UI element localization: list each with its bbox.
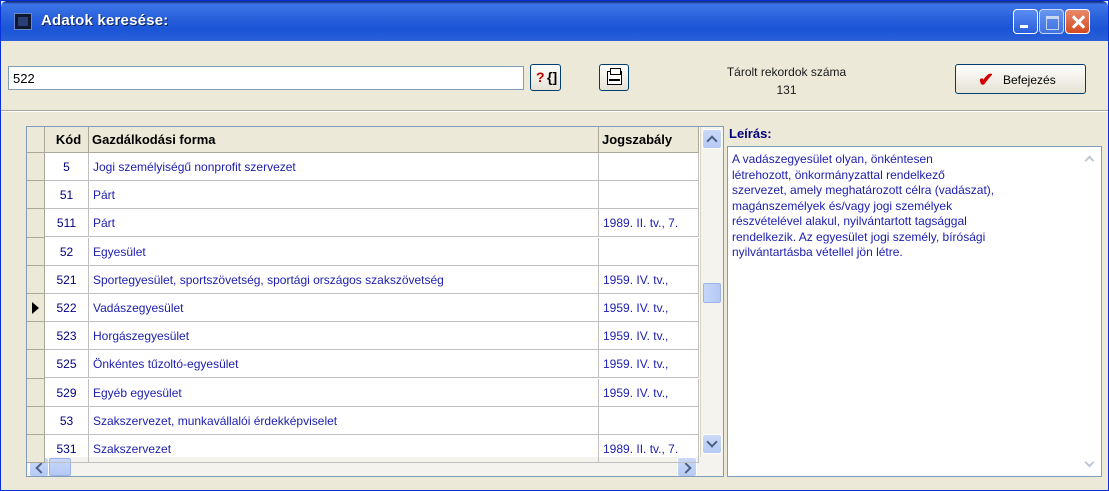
- scroll-up-arrow-icon[interactable]: [702, 129, 722, 149]
- cell-code[interactable]: 522: [45, 294, 89, 322]
- row-header[interactable]: [27, 435, 45, 464]
- finish-button[interactable]: ✔ Befejezés: [955, 64, 1086, 94]
- description-line: létrehozott, önkormányzattal rendelkező: [732, 167, 945, 182]
- column-header-code[interactable]: Kód: [45, 127, 89, 153]
- finish-button-label: Befejezés: [1003, 73, 1056, 87]
- cell-law[interactable]: [599, 237, 699, 266]
- records-count: 131: [776, 83, 797, 97]
- printer-icon: [607, 68, 622, 85]
- app-icon: [14, 13, 32, 30]
- description-scrollbar[interactable]: [1080, 147, 1101, 476]
- cell-law[interactable]: [599, 153, 699, 181]
- description-line: részvételével alakul, nyilvántartott tag…: [732, 214, 967, 228]
- current-row-pointer-icon: [32, 302, 39, 314]
- row-header[interactable]: [27, 378, 45, 407]
- cell-form[interactable]: Párt: [89, 181, 599, 210]
- description-label: Leírás:: [729, 126, 772, 141]
- description-line: szervezet, amely meghatározott célra (va…: [732, 183, 995, 197]
- toolbar-separator: [1, 110, 1108, 112]
- cell-law[interactable]: 1959. IV. tv.,: [599, 265, 699, 294]
- cell-form[interactable]: Vadászegyesület: [89, 294, 599, 322]
- cell-law[interactable]: 1989. II. tv., 7.: [599, 209, 699, 238]
- cell-code[interactable]: 523: [45, 322, 89, 351]
- cell-form[interactable]: Önkéntes tűzoltó-egyesület: [89, 350, 599, 379]
- title-bar[interactable]: Adatok keresése:: [1, 1, 1108, 41]
- maximize-button[interactable]: [1039, 9, 1064, 34]
- records-label: Tárolt rekordok száma: [726, 65, 847, 79]
- description-text: A vadászegyesület olyan, önkéntesen létre…: [732, 152, 1072, 261]
- data-grid[interactable]: Kód Gazdálkodási forma Jogszabály 5 Jogi …: [26, 126, 724, 477]
- search-input[interactable]: [8, 66, 524, 90]
- description-scroll-down-icon[interactable]: [1084, 457, 1095, 468]
- cell-form[interactable]: Sportegyesület, sportszövetség, sportági…: [89, 265, 599, 294]
- cell-form[interactable]: Horgászegyesület: [89, 322, 599, 351]
- row-header[interactable]: [27, 265, 45, 294]
- cell-form[interactable]: Szakszervezet, munkavállalói érdekképvis…: [89, 406, 599, 435]
- cell-law[interactable]: 1959. IV. tv.,: [599, 378, 699, 407]
- cell-code[interactable]: 52: [45, 237, 89, 266]
- cell-form[interactable]: Szakszervezet: [89, 435, 599, 463]
- cell-form[interactable]: Párt: [89, 209, 599, 238]
- cell-law[interactable]: 1989. II. tv., 7.: [599, 435, 699, 463]
- cell-code[interactable]: 5: [45, 153, 89, 181]
- cell-form[interactable]: Egyéb egyesület: [89, 378, 599, 407]
- grid-vertical-scrollbar[interactable]: [700, 127, 723, 457]
- column-header-form[interactable]: Gazdálkodási forma: [89, 127, 599, 153]
- minimize-button[interactable]: [1013, 9, 1038, 34]
- cell-law[interactable]: 1959. IV. tv.,: [599, 322, 699, 351]
- row-header[interactable]: [27, 209, 45, 238]
- scroll-down-arrow-icon[interactable]: [702, 434, 722, 454]
- row-header[interactable]: [27, 406, 45, 435]
- print-button[interactable]: [599, 64, 629, 91]
- row-header[interactable]: [27, 181, 45, 210]
- cell-law[interactable]: 1959. IV. tv.,: [599, 294, 699, 322]
- record-count-panel: Tárolt rekordok száma 131: [637, 51, 936, 107]
- row-header[interactable]: [27, 153, 45, 182]
- cell-law[interactable]: 1959. IV. tv.,: [599, 350, 699, 379]
- help-button[interactable]: ? {]: [530, 64, 561, 91]
- cell-law[interactable]: [599, 406, 699, 435]
- description-line: magánszemélyek és/vagy jogi személyek: [732, 198, 953, 213]
- row-header[interactable]: [27, 350, 45, 379]
- cell-code[interactable]: 51: [45, 181, 89, 210]
- description-line: A vadászegyesület olyan, önkéntesen: [732, 152, 933, 166]
- row-header[interactable]: [27, 237, 45, 266]
- cell-code[interactable]: 531: [45, 435, 89, 463]
- grid-corner: [27, 127, 45, 153]
- cell-code[interactable]: 53: [45, 406, 89, 435]
- window-title: Adatok keresése:: [41, 12, 169, 29]
- help-bracket-icon: {]: [547, 69, 558, 85]
- description-line: rendelkezik. Az egyesület jogi személy, …: [732, 229, 986, 244]
- cell-law[interactable]: [599, 181, 699, 210]
- checkmark-icon: ✔: [978, 70, 994, 91]
- description-line: nyilvántartásba vétellel jön létre.: [732, 245, 903, 259]
- close-button[interactable]: [1065, 9, 1090, 34]
- search-window: Adatok keresése: ? {] Tárolt rekordok sz…: [0, 0, 1109, 491]
- cell-code[interactable]: 529: [45, 378, 89, 407]
- row-header[interactable]: [27, 322, 45, 351]
- row-header[interactable]: [27, 294, 45, 323]
- cell-form[interactable]: Jogi személyiségű nonprofit szervezet: [89, 153, 599, 181]
- description-box[interactable]: A vadászegyesület olyan, önkéntesen létre…: [727, 146, 1102, 477]
- cell-form[interactable]: Egyesület: [89, 237, 599, 266]
- scroll-thumb[interactable]: [703, 283, 721, 303]
- cell-code[interactable]: 525: [45, 350, 89, 379]
- help-question-icon: ?: [536, 69, 545, 85]
- column-header-law[interactable]: Jogszabály: [599, 127, 699, 153]
- cell-code[interactable]: 521: [45, 265, 89, 294]
- cell-code[interactable]: 511: [45, 209, 89, 238]
- description-scroll-up-icon[interactable]: [1084, 155, 1095, 166]
